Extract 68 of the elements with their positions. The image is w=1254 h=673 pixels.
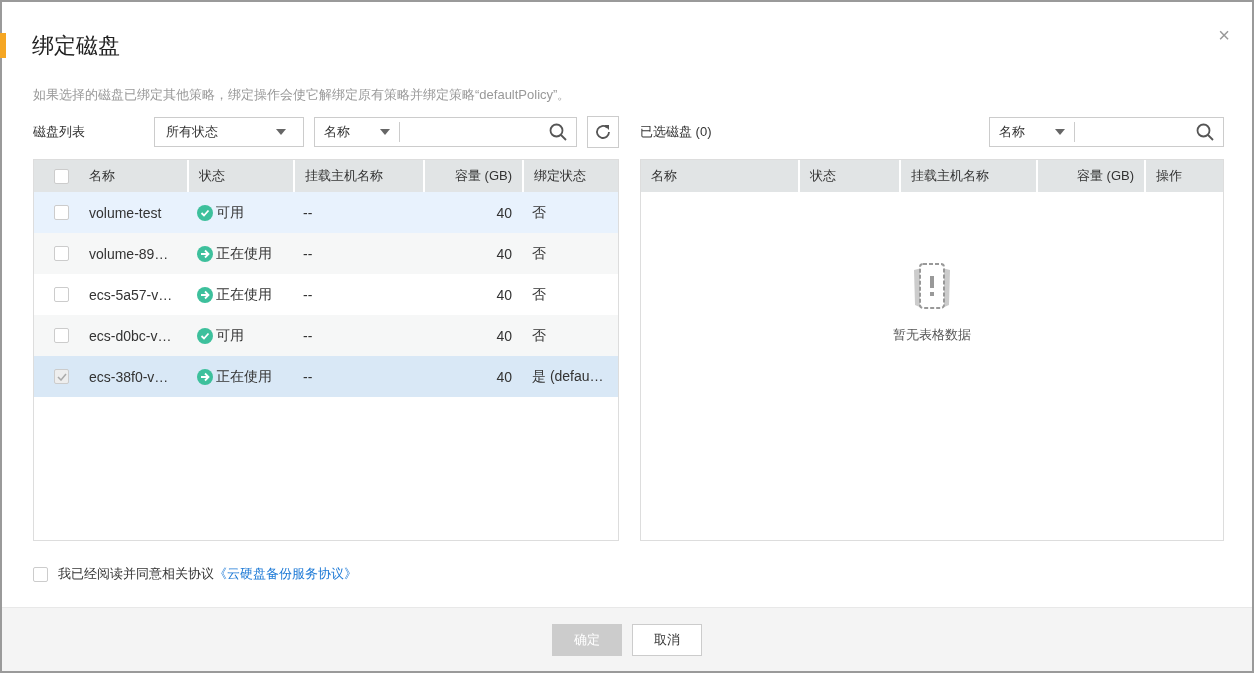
caret-icon: [276, 129, 286, 135]
table-cell: 40: [496, 204, 512, 221]
agreement-checkbox[interactable]: [33, 566, 48, 582]
table-cell: 否: [532, 326, 546, 345]
table-cell: --: [303, 327, 313, 344]
table-cell: 可用: [216, 326, 244, 345]
table-cell: --: [303, 368, 313, 385]
column-header: 挂载主机名称: [911, 167, 989, 185]
column-header: 操作: [1156, 167, 1182, 185]
column-header: 名称: [651, 167, 677, 185]
select-all-checkbox[interactable]: [54, 168, 69, 184]
table-cell: ecs-5a57-v…: [89, 286, 173, 303]
column-header: 容量 (GB): [454, 167, 512, 185]
table-cell: 40: [496, 368, 512, 385]
agreement-text: 我已经阅读并同意相关协议: [58, 565, 214, 583]
column-header: 名称: [89, 167, 115, 185]
accent-bar: [0, 33, 6, 58]
table-row[interactable]: ecs-d0bc-v… 可用 -- 40 否: [34, 315, 618, 356]
caret-icon: [1055, 129, 1065, 135]
row-checkbox[interactable]: [54, 287, 69, 302]
table-cell: 否: [532, 285, 546, 304]
table-cell: 40: [496, 286, 512, 303]
row-checkbox[interactable]: [54, 205, 69, 220]
check-circle-icon: [197, 327, 213, 344]
search-icon: [549, 123, 567, 141]
column-header: 绑定状态: [534, 167, 586, 185]
refresh-icon: [594, 123, 612, 141]
table-cell: volume-test: [89, 204, 162, 221]
table-cell: ecs-38f0-v…: [89, 368, 169, 385]
table-cell: --: [303, 204, 313, 221]
arrow-circle-icon: [197, 245, 213, 262]
table-cell: 是 (defau…: [532, 367, 604, 386]
caret-icon: [380, 129, 390, 135]
row-checkbox[interactable]: [54, 328, 69, 343]
table-cell: 正在使用: [216, 285, 272, 304]
column-header: 状态: [199, 167, 225, 185]
table-cell: ecs-d0bc-v…: [89, 327, 172, 344]
column-header: 容量 (GB): [1076, 167, 1134, 185]
status-dropdown[interactable]: 所有状态: [154, 117, 304, 147]
cancel-button[interactable]: 取消: [632, 623, 702, 656]
table-row[interactable]: volume-test 可用 -- 40 否: [34, 192, 618, 233]
row-checkbox[interactable]: [54, 246, 69, 261]
table-cell: volume-89…: [89, 245, 169, 262]
table-cell: 40: [496, 327, 512, 344]
table-cell: 否: [532, 244, 546, 263]
notice-text: 如果选择的磁盘已绑定其他策略，绑定操作会使它解绑定原有策略并绑定策略“defaultPolicy”。: [33, 86, 572, 104]
table-cell: 正在使用: [216, 367, 272, 386]
search-field[interactable]: 名称: [314, 117, 577, 147]
agreement-link[interactable]: 《云硬盘备份服务协议》: [214, 565, 357, 583]
list-label: 磁盘列表: [33, 123, 86, 141]
column-header: 状态: [810, 167, 836, 185]
table-cell: 可用: [216, 203, 244, 222]
selected-label: 已选磁盘 (0): [640, 123, 713, 141]
table-cell: --: [303, 245, 313, 262]
empty-text: 暂无表格数据: [893, 326, 971, 344]
table-cell: 40: [496, 245, 512, 262]
search-icon: [1196, 123, 1214, 141]
table-cell: 否: [532, 203, 546, 222]
check-circle-icon: [197, 204, 213, 221]
table-cell: 正在使用: [216, 244, 272, 263]
dialog-title: 绑定磁盘: [32, 32, 120, 60]
arrow-circle-icon: [197, 286, 213, 303]
arrow-circle-icon: [197, 368, 213, 385]
column-header: 挂载主机名称: [305, 167, 383, 185]
table-cell: --: [303, 286, 313, 303]
refresh-button[interactable]: [587, 116, 619, 148]
search-field[interactable]: 名称: [989, 117, 1224, 147]
table-row[interactable]: volume-89… 正在使用 -- 40 否: [34, 233, 618, 274]
